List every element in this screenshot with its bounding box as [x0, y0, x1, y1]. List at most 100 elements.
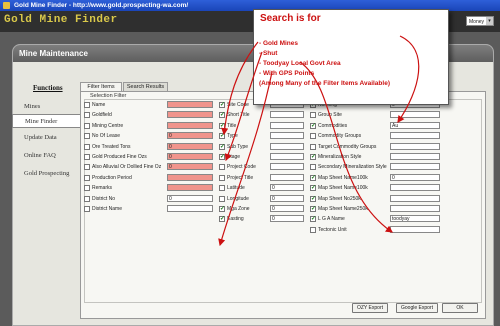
- filter-checkbox[interactable]: [84, 195, 90, 202]
- app-brand: Gold Mine Finder: [4, 14, 118, 26]
- filter-input[interactable]: [270, 111, 304, 119]
- filter-input[interactable]: [167, 101, 213, 108]
- filter-input[interactable]: [270, 163, 304, 171]
- filter-label: Commodities: [318, 122, 348, 129]
- sidebar-item[interactable]: Gold Prospecting: [12, 167, 81, 181]
- filter-checkbox[interactable]: [310, 174, 316, 181]
- filter-input[interactable]: 0: [270, 194, 304, 202]
- filter-checkbox[interactable]: [84, 185, 90, 192]
- filter-input[interactable]: [167, 184, 213, 192]
- filter-checkbox[interactable]: [84, 206, 90, 212]
- filter-checkbox[interactable]: [219, 185, 225, 192]
- filter-label: Title: [227, 122, 237, 129]
- filter-input[interactable]: [167, 173, 213, 181]
- filter-input[interactable]: [270, 142, 304, 150]
- filter-checkbox[interactable]: [219, 215, 225, 223]
- filter-checkbox[interactable]: [310, 133, 316, 140]
- filter-input[interactable]: 0: [167, 153, 213, 160]
- callout-line: (Among Many of the Filter Items Availabl…: [259, 80, 390, 87]
- filter-input[interactable]: 0: [167, 132, 213, 140]
- filter-input[interactable]: [390, 111, 440, 119]
- filter-checkbox[interactable]: [84, 174, 90, 181]
- callout-heading: Search is for: [260, 13, 321, 24]
- filter-checkbox[interactable]: [310, 205, 316, 212]
- filter-checkbox[interactable]: [84, 122, 90, 129]
- filter-checkbox[interactable]: [310, 215, 316, 223]
- filter-label: Ore Treated Tons: [92, 143, 131, 150]
- filter-input[interactable]: [390, 142, 440, 150]
- filter-checkbox[interactable]: [310, 153, 316, 160]
- filter-label: Gold Produced Fine Ozs: [92, 154, 147, 160]
- filter-label: Site Code: [227, 102, 249, 108]
- filter-label: Mga Zone: [227, 206, 250, 212]
- filter-input[interactable]: 0: [270, 184, 304, 192]
- filter-input[interactable]: [167, 121, 213, 129]
- sidebar-item[interactable]: Mine Finder: [12, 114, 81, 128]
- filter-checkbox[interactable]: [310, 112, 316, 119]
- filter-input[interactable]: [270, 153, 304, 160]
- filter-input[interactable]: [270, 132, 304, 140]
- filter-input[interactable]: 0: [167, 194, 213, 202]
- filter-input[interactable]: Au: [390, 121, 440, 129]
- filter-input[interactable]: 0: [270, 205, 304, 212]
- filter-input[interactable]: [390, 153, 440, 160]
- filter-checkbox[interactable]: [219, 195, 225, 202]
- filter-checkbox[interactable]: [219, 153, 225, 160]
- sidebar-item[interactable]: Update Data: [12, 131, 81, 145]
- filter-label: Target Commodity Groups: [318, 143, 377, 150]
- filter-label: Commodity Groups: [318, 133, 362, 140]
- filter-input[interactable]: [167, 111, 213, 119]
- filter-label: Group Site: [318, 112, 342, 119]
- ok-button[interactable]: OK: [442, 303, 478, 313]
- filter-label: Map Sheet Name100k: [318, 174, 368, 181]
- filter-checkbox[interactable]: [310, 226, 316, 233]
- filter-checkbox[interactable]: [219, 143, 225, 150]
- filter-input[interactable]: 0: [167, 163, 213, 171]
- filter-input[interactable]: 0: [167, 142, 213, 150]
- filter-label: Production Period: [92, 174, 132, 181]
- filter-checkbox[interactable]: [84, 112, 90, 119]
- chevron-down-icon[interactable]: ▾: [486, 17, 493, 25]
- filter-input[interactable]: [390, 132, 440, 140]
- filter-checkbox[interactable]: [84, 154, 90, 160]
- filter-input[interactable]: [390, 194, 440, 202]
- filter-input[interactable]: [390, 163, 440, 171]
- filter-checkbox[interactable]: [219, 174, 225, 181]
- filter-input[interactable]: [390, 184, 440, 192]
- sidebar-item[interactable]: Online FAQ: [12, 149, 81, 163]
- sidebar-item[interactable]: Mines: [12, 100, 81, 114]
- filter-label: Secondary Mineralization Style: [318, 164, 387, 171]
- tab-search-results[interactable]: Search Results: [123, 82, 168, 91]
- functions-title: Functions: [33, 84, 63, 92]
- filter-checkbox[interactable]: [219, 122, 225, 129]
- filter-input[interactable]: toodyay: [390, 215, 440, 223]
- filter-input[interactable]: [390, 205, 440, 212]
- filter-label: No Of Lease: [92, 133, 121, 140]
- filter-input[interactable]: 0: [270, 215, 304, 223]
- filter-checkbox[interactable]: [310, 164, 316, 171]
- filter-checkbox[interactable]: [310, 122, 316, 129]
- filter-checkbox[interactable]: [310, 195, 316, 202]
- filter-input[interactable]: 0: [390, 173, 440, 181]
- filter-checkbox[interactable]: [219, 164, 225, 171]
- filter-input[interactable]: [390, 225, 440, 233]
- filter-checkbox[interactable]: [219, 205, 225, 212]
- tab-filter-items[interactable]: Filter Items: [80, 82, 122, 91]
- filter-input[interactable]: [270, 121, 304, 129]
- filter-input[interactable]: [270, 173, 304, 181]
- header-select[interactable]: Money ▾: [466, 16, 494, 26]
- filter-checkbox[interactable]: [219, 101, 225, 108]
- filter-label: District Name: [92, 206, 123, 212]
- filter-checkbox[interactable]: [310, 143, 316, 150]
- filter-checkbox[interactable]: [84, 143, 90, 150]
- filter-checkbox[interactable]: [84, 133, 90, 140]
- filter-checkbox[interactable]: [84, 102, 90, 108]
- filter-checkbox[interactable]: [84, 164, 90, 171]
- filter-checkbox[interactable]: [310, 184, 316, 192]
- filter-checkbox[interactable]: [219, 111, 225, 119]
- ozy-export-button[interactable]: OZY Export: [352, 303, 388, 313]
- filter-checkbox[interactable]: [219, 132, 225, 140]
- filter-input[interactable]: [167, 205, 213, 212]
- google-export-button[interactable]: Google Export: [396, 303, 438, 313]
- filter-label: Short Title: [227, 112, 250, 119]
